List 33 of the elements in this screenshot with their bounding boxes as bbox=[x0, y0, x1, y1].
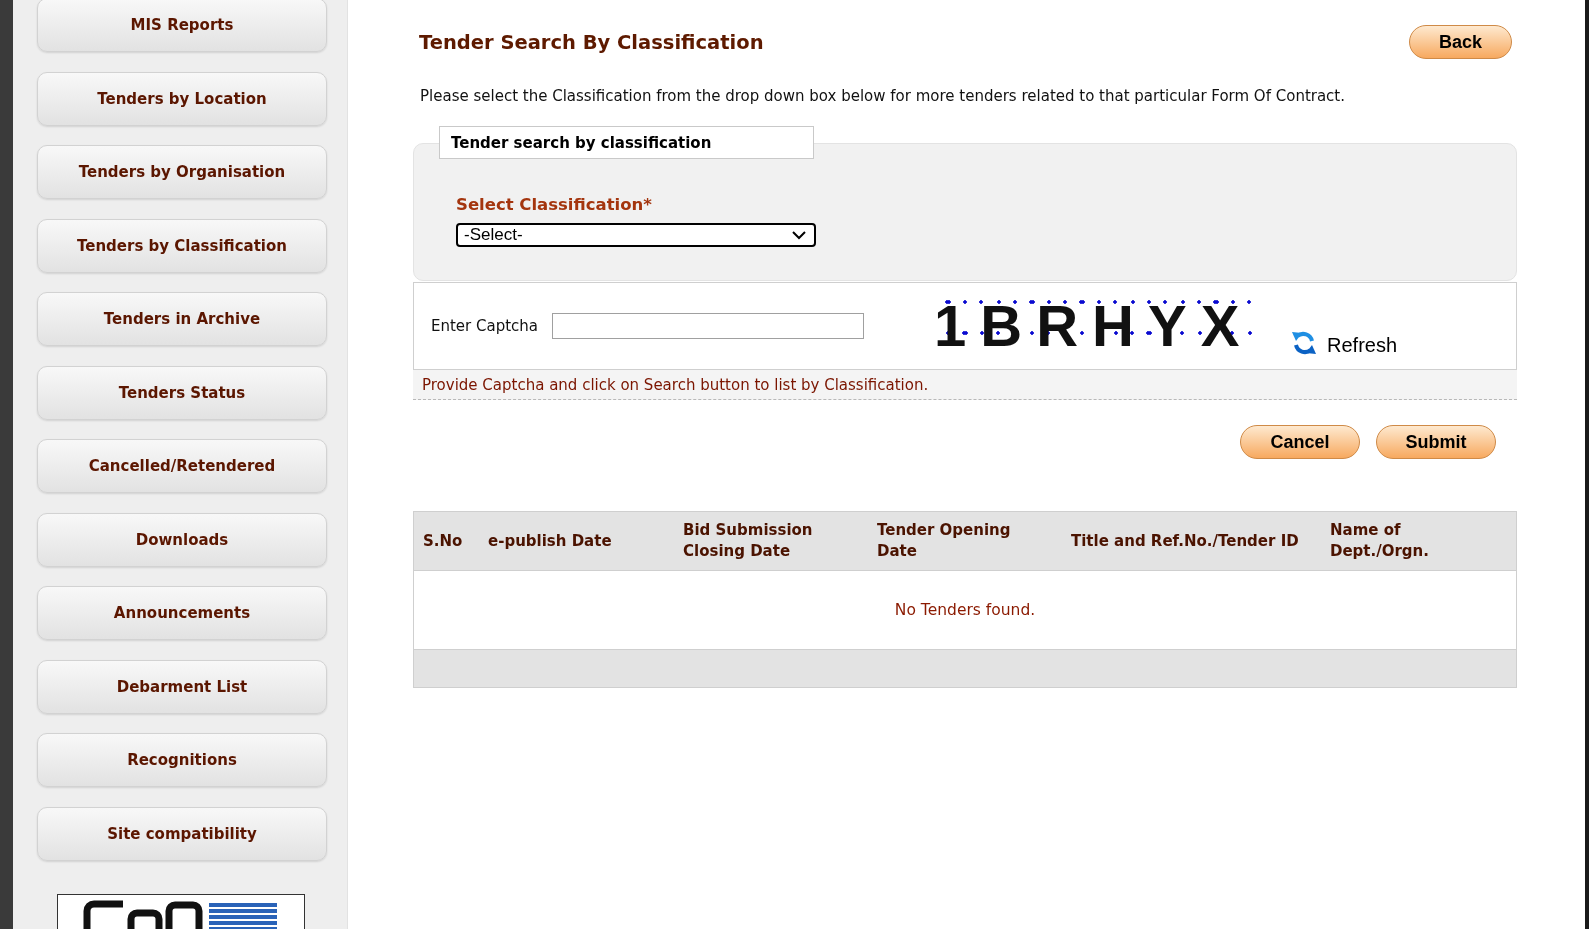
empty-table-message: No Tenders found. bbox=[894, 601, 1036, 619]
classification-select[interactable]: -Select- bbox=[456, 223, 816, 247]
sidebar-button[interactable]: Tenders Status bbox=[37, 365, 327, 420]
sidebar-button[interactable]: Announcements bbox=[37, 586, 327, 640]
column-header: e-publish Date bbox=[488, 530, 612, 552]
captcha-label: Enter Captcha bbox=[431, 317, 539, 335]
column-header: Title and Ref.No./Tender ID bbox=[1071, 530, 1299, 552]
panel-legend: Tender search by classification bbox=[439, 126, 814, 159]
column-header: S.No bbox=[423, 530, 463, 552]
refresh-icon bbox=[1291, 329, 1318, 357]
sidebar-button[interactable]: Downloads bbox=[37, 512, 327, 567]
column-header: Bid Submission Closing Date bbox=[683, 520, 814, 562]
column-header: Tender Opening Date bbox=[877, 520, 1012, 562]
back-button[interactable]: Back bbox=[1409, 25, 1512, 59]
instruction-text: Please select the Classification from the drop down box below for more tenders related to that particular Form Of Contract. bbox=[420, 87, 1346, 105]
chevron-down-icon bbox=[792, 230, 806, 240]
sidebar-button[interactable]: MIS Reports bbox=[37, 0, 327, 52]
cancel-button[interactable]: Cancel bbox=[1240, 425, 1360, 459]
refresh-button[interactable]: Refresh bbox=[1291, 329, 1398, 357]
sidebar-button[interactable]: Tenders by Location bbox=[37, 71, 327, 126]
field-label: Select Classification* bbox=[456, 195, 652, 215]
sidebar-button[interactable]: Tenders by Organisation bbox=[37, 145, 327, 199]
hint-message: Provide Captcha and click on Search button to list by Classification. bbox=[422, 375, 929, 394]
sidebar-button[interactable]: Tenders in Archive bbox=[37, 292, 327, 346]
submit-button[interactable]: Submit bbox=[1376, 425, 1496, 459]
sidebar-button[interactable]: Debarment List bbox=[37, 659, 327, 714]
sidebar-button[interactable]: Tenders by Classification bbox=[37, 218, 327, 273]
sidebar-button[interactable]: Recognitions bbox=[37, 733, 327, 787]
captcha-input[interactable] bbox=[552, 313, 865, 339]
column-header: Name of Dept./Orgn. bbox=[1330, 520, 1430, 562]
sidebar-button[interactable]: Site compatibility bbox=[37, 806, 327, 861]
sidebar-button[interactable]: Cancelled/Retendered bbox=[37, 439, 327, 493]
page-title: Tender Search By Classification bbox=[419, 30, 764, 54]
